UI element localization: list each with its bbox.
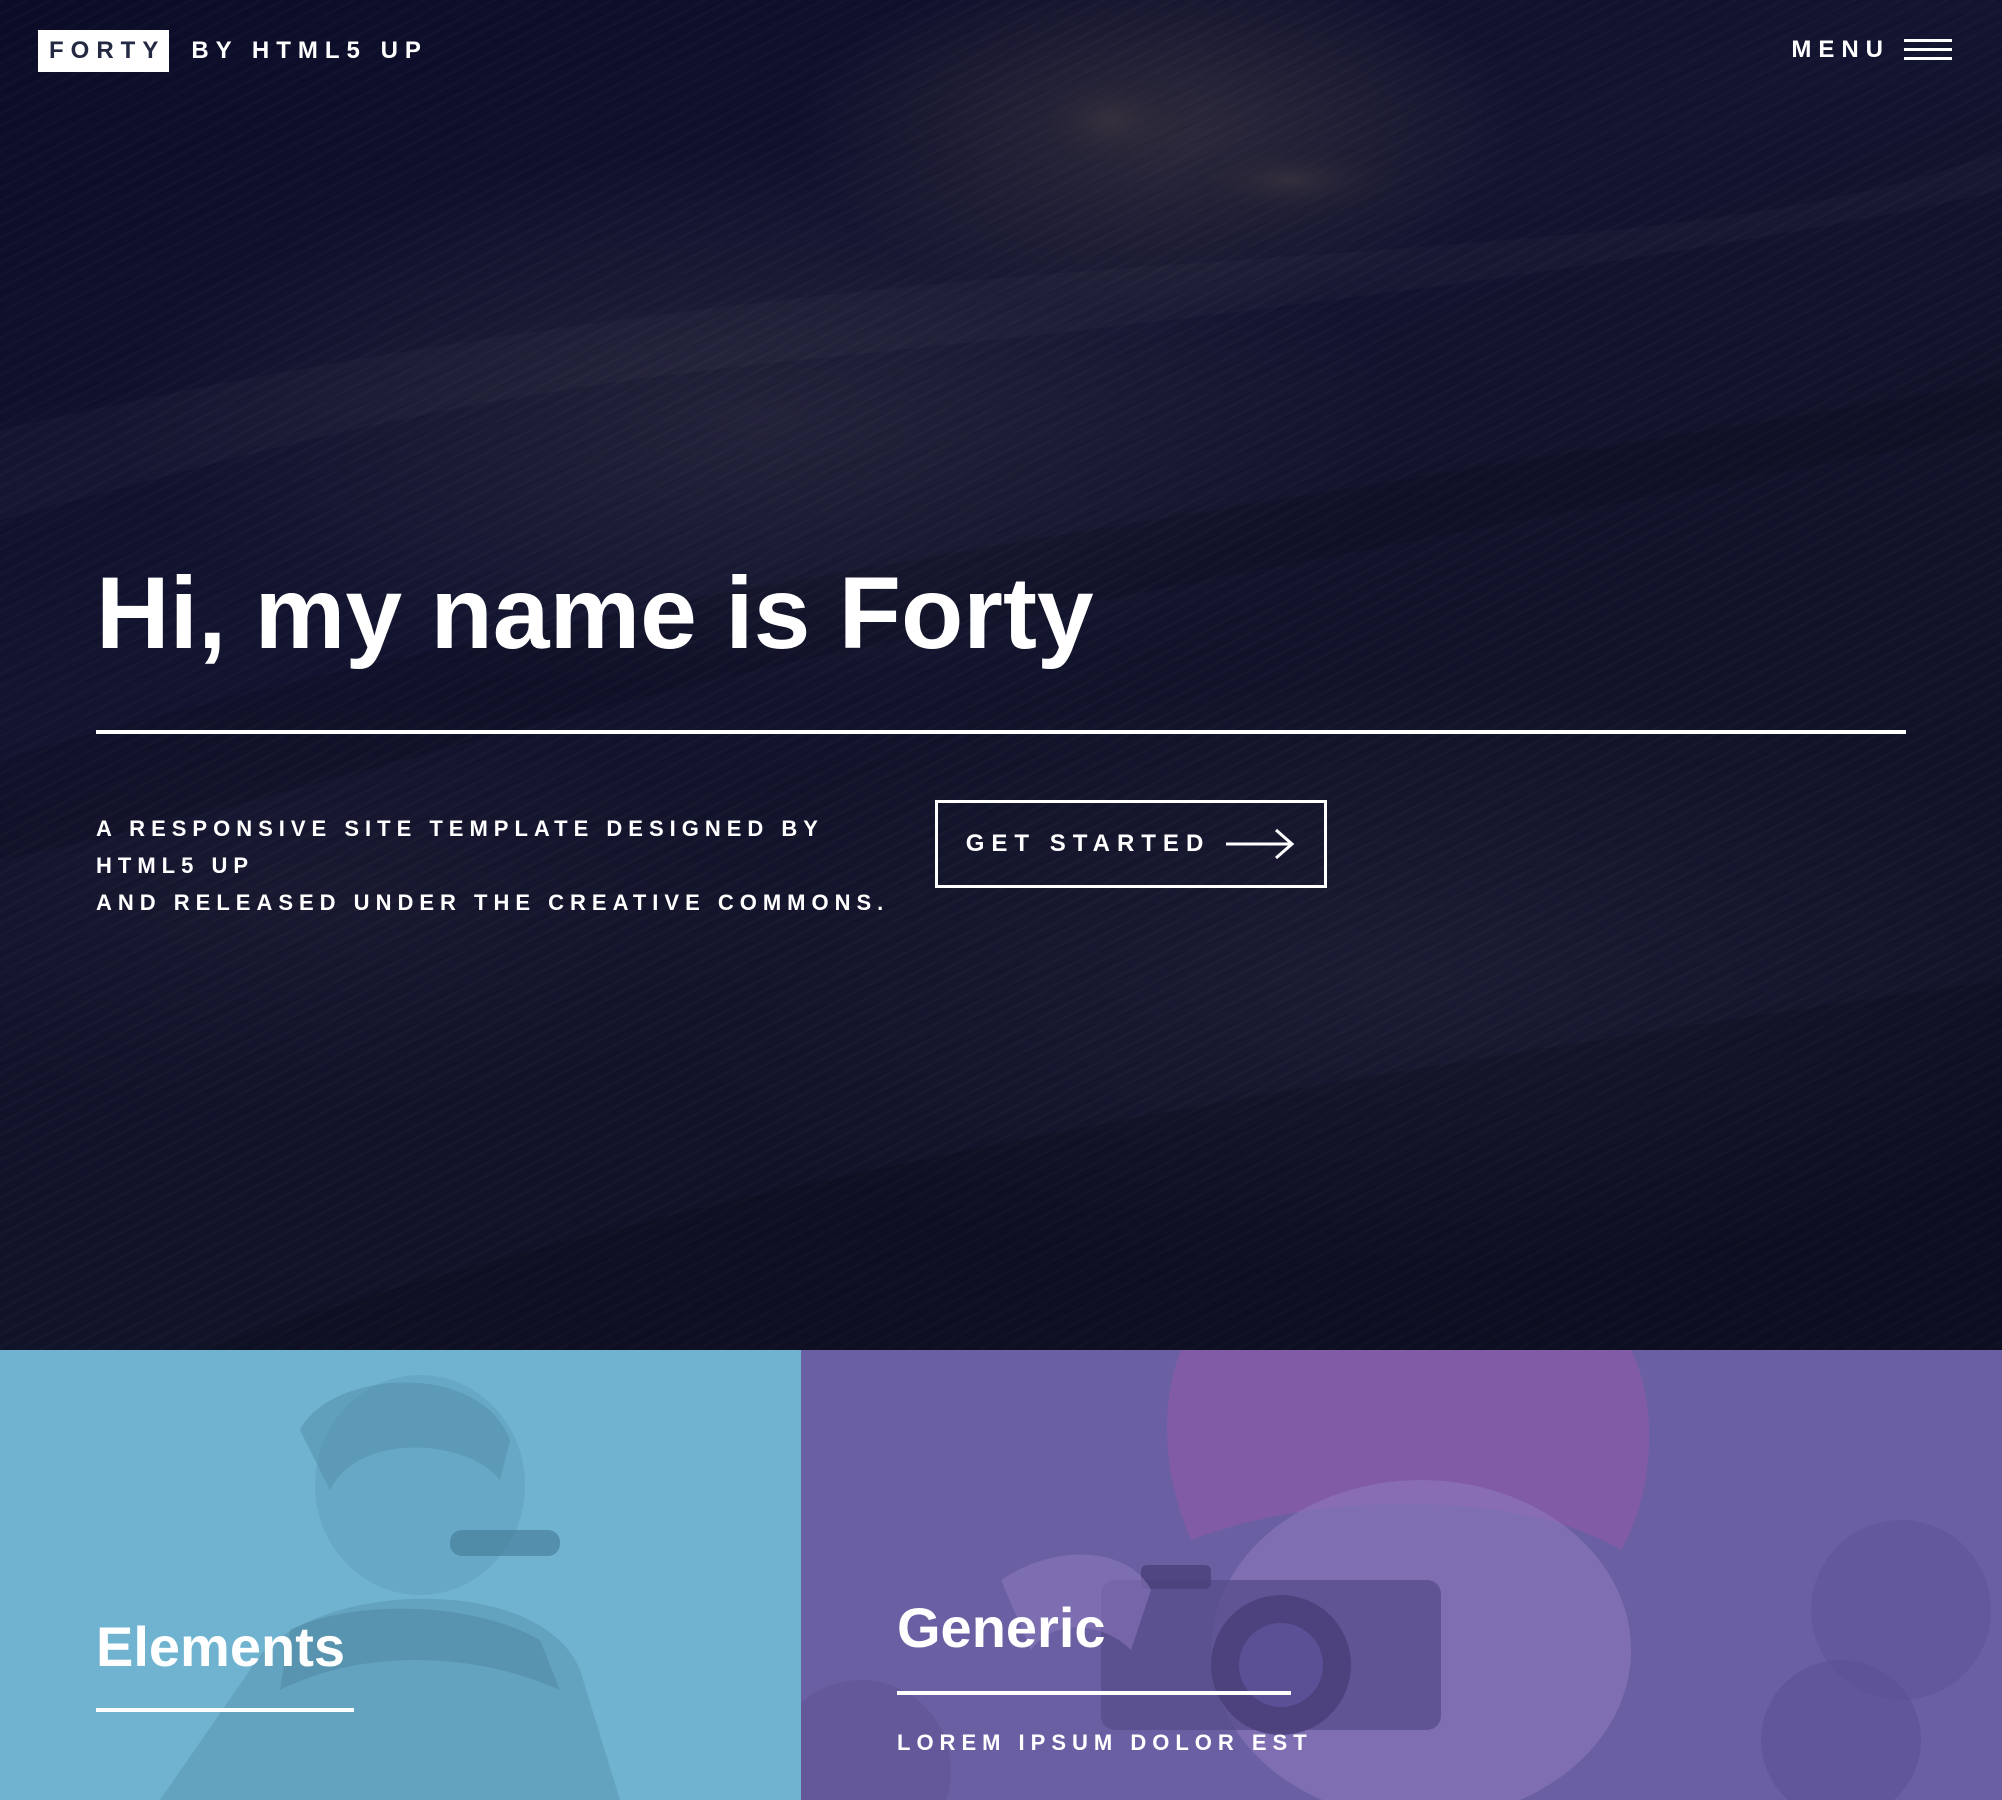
site-logo[interactable]: FORTY BY HTML5 UP [38,30,428,72]
logo-box: FORTY [38,30,170,72]
menu-button[interactable]: MENU [1791,36,1952,64]
get-started-button[interactable]: GET STARTED [935,800,1327,888]
hero-divider [96,730,1906,734]
hamburger-icon [1904,37,1952,63]
hero-tagline-line1: A RESPONSIVE SITE TEMPLATE DESIGNED BY H… [96,816,824,878]
arrow-right-icon [1226,828,1295,860]
get-started-label: GET STARTED [965,830,1211,857]
hero-title: Hi, my name is Forty [96,556,1094,670]
page: FORTY BY HTML5 UP MENU Hi, my name is Fo… [0,0,2002,1800]
hero-tagline-line2: AND RELEASED UNDER THE CREATIVE COMMONS. [96,890,890,915]
tile-generic-subtitle: LOREM IPSUM DOLOR EST [897,1730,1313,1755]
site-header: FORTY BY HTML5 UP MENU [0,0,2002,104]
menu-label: MENU [1791,36,1890,63]
tile-generic[interactable]: Generic LOREM IPSUM DOLOR EST [801,1350,2002,1800]
logo-suffix: BY HTML5 UP [191,37,428,64]
tile-elements[interactable]: Elements [0,1350,801,1800]
tile-elements-photo [160,1375,620,1800]
tile-elements-title: Elements [96,1615,345,1678]
hero-tagline: A RESPONSIVE SITE TEMPLATE DESIGNED BY H… [96,810,916,921]
tile-generic-title: Generic [897,1596,1106,1659]
tile-elements-divider [96,1708,354,1712]
tile-generic-divider [897,1691,1291,1695]
hero-banner: FORTY BY HTML5 UP MENU Hi, my name is Fo… [0,0,2002,1350]
